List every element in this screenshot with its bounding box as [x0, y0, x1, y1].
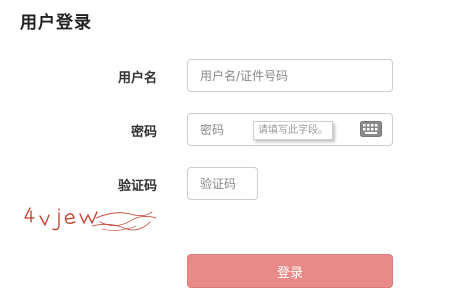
- captcha-label: 验证码: [117, 179, 157, 194]
- username-input[interactable]: [187, 59, 393, 92]
- password-label: 密码: [130, 125, 157, 140]
- captcha-image[interactable]: [20, 202, 160, 238]
- login-button[interactable]: 登录: [187, 254, 393, 288]
- captcha-input[interactable]: [187, 167, 258, 200]
- username-label: 用户名: [117, 71, 157, 86]
- validation-tooltip: 请填写此字段。: [253, 121, 333, 140]
- page-title: 用户登录: [20, 13, 92, 33]
- keyboard-icon[interactable]: [360, 121, 382, 137]
